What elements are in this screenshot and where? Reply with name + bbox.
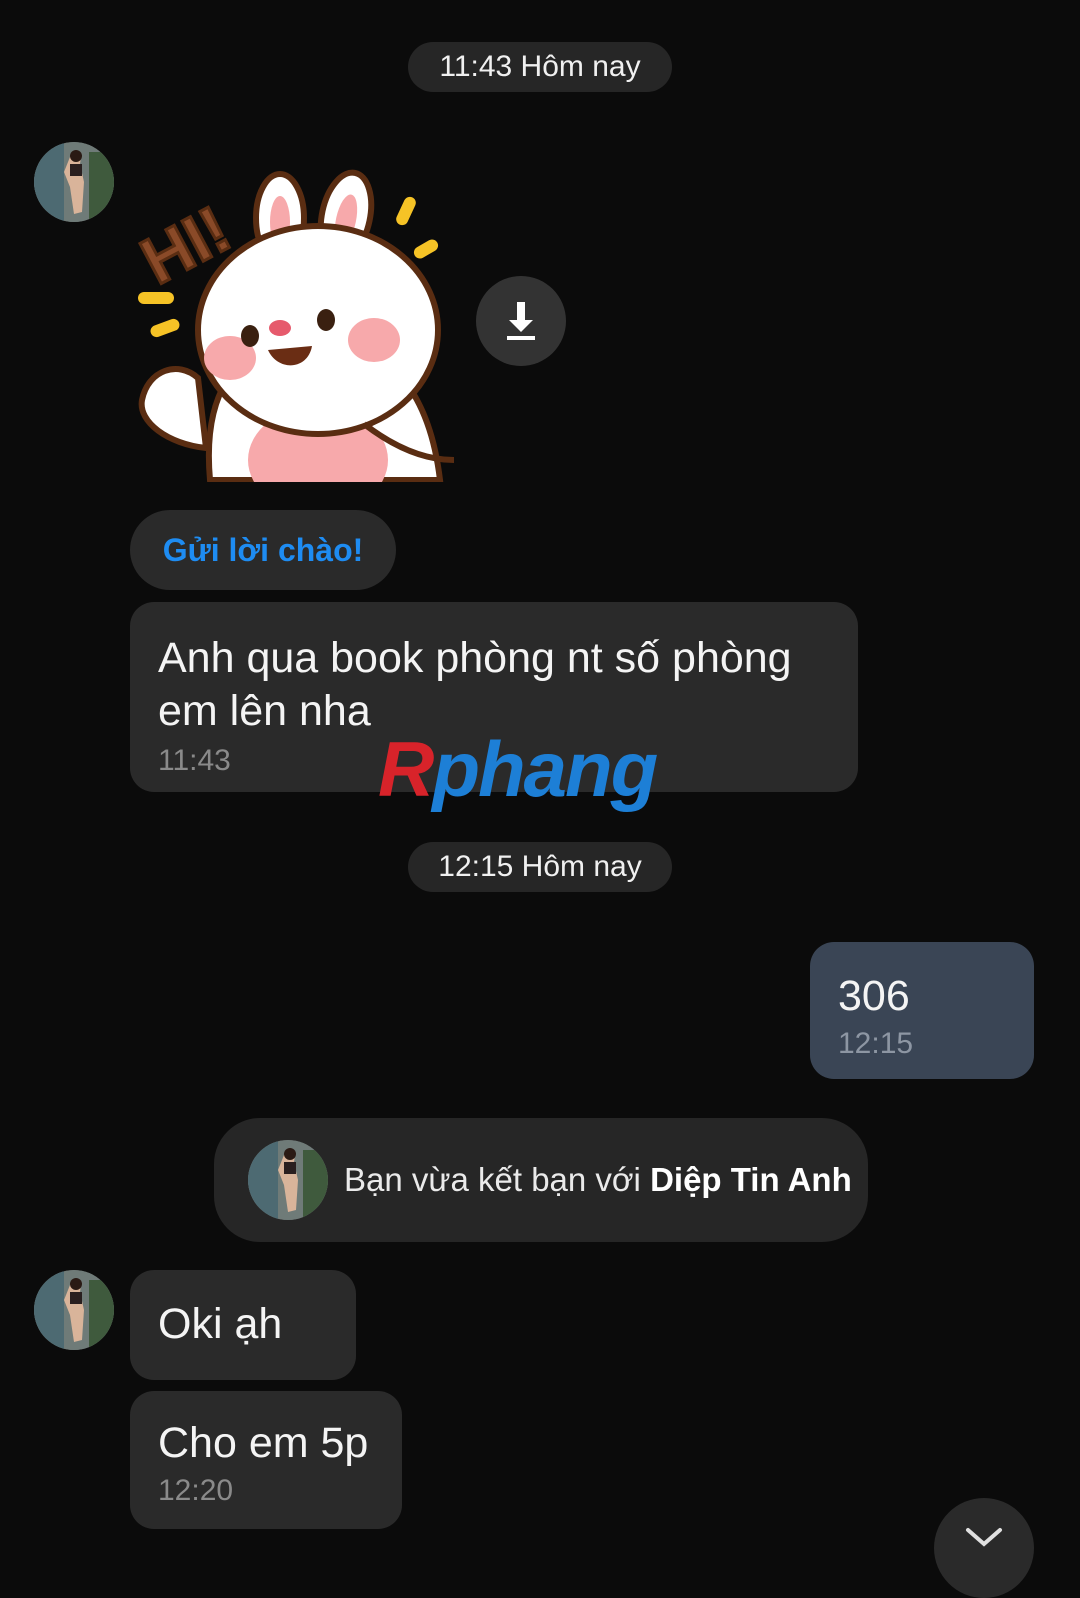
download-button[interactable]	[476, 276, 566, 366]
avatar-image	[34, 142, 114, 222]
avatar-image	[34, 1270, 114, 1350]
watermark-logo: Rphang	[378, 725, 658, 813]
scroll-to-bottom-button[interactable]	[934, 1498, 1034, 1598]
friend-name: Diệp Tin Anh	[650, 1161, 852, 1198]
message-bubble-incoming[interactable]: Oki ạh	[130, 1270, 356, 1380]
download-icon	[507, 302, 535, 340]
time-divider: 12:15 Hôm nay	[408, 842, 672, 892]
message-bubble-outgoing[interactable]: 306 12:15	[810, 942, 1034, 1079]
time-divider: 11:43 Hôm nay	[408, 42, 672, 92]
message-text: Oki ạh	[158, 1300, 283, 1348]
hi-bunny-sticker[interactable]: HI!	[128, 160, 468, 514]
friend-added-text: Bạn vừa kết bạn với Diệp Tin Anh	[344, 1161, 852, 1198]
chevron-down-icon	[966, 1528, 1002, 1547]
avatar[interactable]	[248, 1140, 328, 1220]
message-text: 306	[838, 972, 910, 1020]
message-time: 12:15	[838, 1027, 914, 1060]
avatar[interactable]	[34, 142, 114, 222]
sticker-image: HI!	[128, 169, 455, 514]
message-bubble-incoming[interactable]: Cho em 5p 12:20	[130, 1391, 402, 1529]
avatar-image	[248, 1140, 328, 1220]
message-time: 12:20	[158, 1474, 234, 1507]
message-text: Anh qua book phòng nt số phòng em lên nh…	[158, 634, 792, 735]
send-greeting-button[interactable]: Gửi lời chào!	[130, 510, 396, 590]
friend-added-notice: Bạn vừa kết bạn với Diệp Tin Anh	[214, 1118, 868, 1242]
avatar[interactable]	[34, 1270, 114, 1350]
message-text: Cho em 5p	[158, 1419, 369, 1467]
